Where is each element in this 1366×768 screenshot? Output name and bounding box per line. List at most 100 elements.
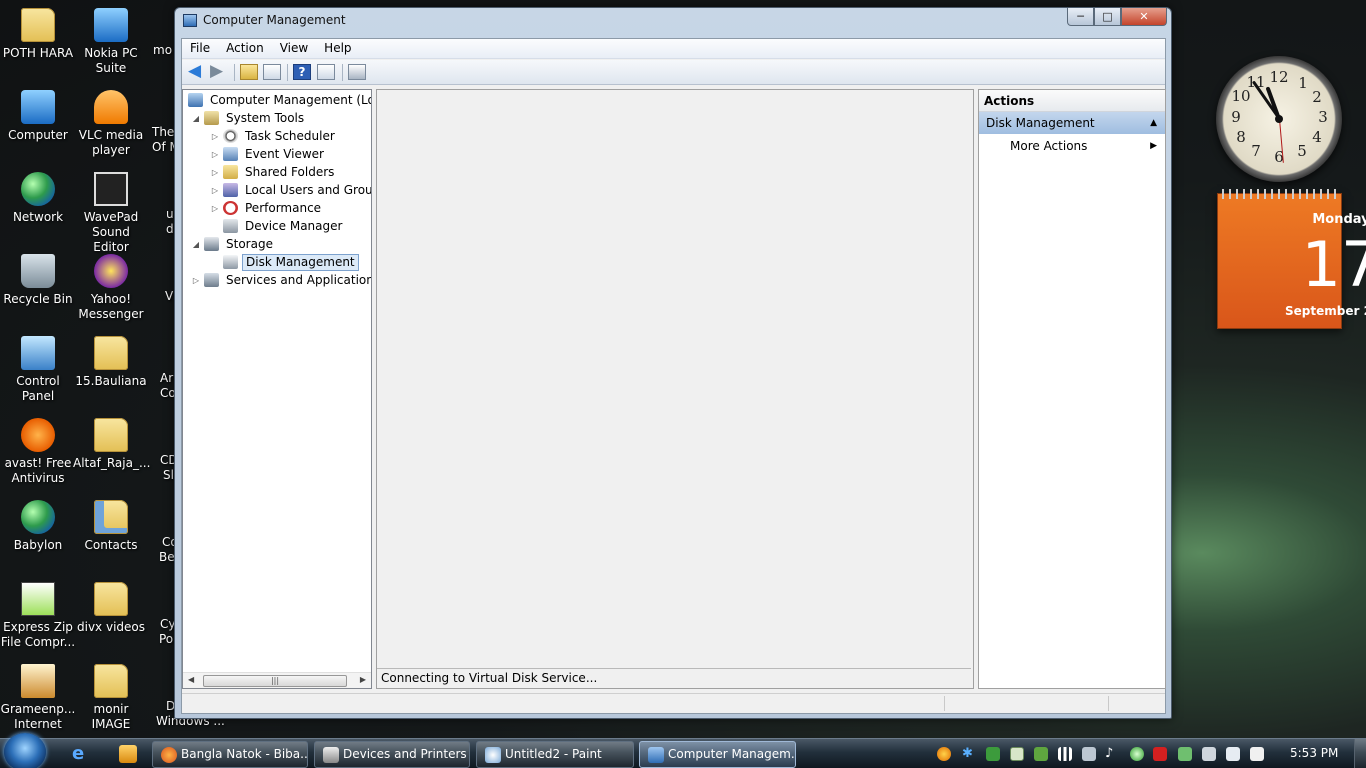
show-desktop-button[interactable] — [1354, 739, 1366, 768]
actions-section-disk-management[interactable]: Disk Management ▲ — [979, 112, 1165, 134]
back-arrow-icon[interactable]: ◀ — [188, 63, 206, 80]
users-icon — [223, 183, 238, 197]
expanded-triangle-icon[interactable]: ◢ — [191, 110, 201, 127]
tray-app-icon[interactable] — [937, 747, 951, 761]
tray-app-icon[interactable] — [1034, 747, 1048, 761]
desktop-label-partial[interactable]: The — [152, 125, 174, 140]
utorrent-icon[interactable] — [1130, 747, 1144, 761]
desktop-icon-avast[interactable]: avast! Free Antivirus — [0, 418, 76, 486]
tree-item-event-viewer[interactable]: ▷ Event Viewer — [210, 146, 327, 163]
show-hide-tree-icon[interactable] — [263, 64, 281, 80]
desktop-icon-contacts[interactable]: Contacts — [73, 500, 149, 553]
desktop-icon-wavepad[interactable]: WavePad Sound Editor — [73, 172, 149, 255]
close-button[interactable]: ✕ — [1121, 8, 1167, 26]
collapsed-triangle-icon[interactable]: ▷ — [210, 200, 220, 217]
scroll-left-icon[interactable]: ◀ — [188, 675, 194, 684]
taskbar-button-devices-printers[interactable]: Devices and Printers — [314, 741, 470, 768]
desktop-icon-yahoo-messenger[interactable]: Yahoo! Messenger — [73, 254, 149, 322]
calendar-gadget[interactable]: Monday 17 September 2012 — [1217, 189, 1366, 329]
more-actions-item[interactable]: More Actions ▶ — [979, 134, 1165, 158]
tree-item-shared-folders[interactable]: ▷ Shared Folders — [210, 164, 337, 181]
firefox-icon — [161, 747, 177, 763]
clock-gadget[interactable]: 12 1 2 3 4 5 6 7 8 9 10 11 — [1216, 56, 1342, 182]
tree-item-local-users-groups[interactable]: ▷Local Users and Groups — [210, 182, 371, 199]
desktop-icon-bauliana[interactable]: 15.Bauliana — [73, 336, 149, 389]
desktop-label-partial[interactable]: V — [165, 289, 173, 304]
collapsed-triangle-icon[interactable]: ▷ — [210, 146, 220, 163]
scroll-right-icon[interactable]: ▶ — [360, 675, 366, 684]
show-hide-action-pane-icon[interactable] — [317, 64, 335, 80]
tray-app-icon[interactable] — [1202, 747, 1216, 761]
scroll-thumb[interactable]: ||| — [203, 675, 347, 687]
internet-explorer-icon[interactable]: e — [72, 745, 90, 763]
tree-horizontal-scrollbar[interactable]: ◀ ||| ▶ — [183, 672, 371, 688]
volume-icon[interactable]: ♪ — [1105, 747, 1119, 761]
desktop-icon-vlc[interactable]: VLC media player — [73, 90, 149, 158]
expanded-triangle-icon[interactable]: ◢ — [191, 236, 201, 253]
menu-help[interactable]: Help — [316, 39, 359, 58]
bluetooth-icon[interactable]: ✱ — [962, 747, 976, 761]
desktop-label-partial[interactable]: Be — [159, 550, 175, 565]
start-button[interactable] — [4, 733, 46, 768]
toolbar-separator — [342, 64, 343, 81]
desktop-icon-recycle-bin[interactable]: Recycle Bin — [0, 254, 76, 307]
minimize-button[interactable]: ─ — [1067, 8, 1094, 26]
collapsed-triangle-icon[interactable]: ▷ — [191, 272, 201, 289]
submenu-arrow-icon: ▶ — [1150, 141, 1157, 151]
collapse-up-icon[interactable]: ▲ — [1150, 112, 1157, 134]
tree-item-services-applications[interactable]: ▷ Services and Applications — [191, 272, 371, 289]
ati-icon[interactable] — [1153, 747, 1167, 761]
desktop-icon-altaf-raja[interactable]: Altaf_Raja_... — [73, 418, 150, 471]
desktop-icon-express-zip[interactable]: Express Zip File Compr... — [0, 582, 76, 650]
tree-item-computer-management[interactable]: Computer Management (Local — [185, 92, 371, 109]
tree-item-disk-management[interactable]: Disk Management — [220, 254, 359, 271]
desktop-icon-control-panel[interactable]: Control Panel — [0, 336, 76, 404]
desktop-icon-grameenphone[interactable]: Grameenp... Internet — [0, 664, 76, 732]
desktop-icon-babylon[interactable]: Babylon — [0, 500, 76, 553]
desktop-icon-computer[interactable]: Computer — [0, 90, 76, 143]
properties-icon[interactable] — [348, 64, 366, 80]
desktop-label-partial[interactable]: Sl — [163, 468, 174, 483]
tree-item-task-scheduler[interactable]: ▷ Task Scheduler — [210, 128, 338, 145]
taskbar-button-paint[interactable]: Untitled2 - Paint — [476, 741, 634, 768]
desktop-icon-network[interactable]: Network — [0, 172, 76, 225]
signal-strength-icon[interactable] — [1058, 747, 1072, 761]
mail-icon[interactable] — [1010, 747, 1024, 761]
menu-file[interactable]: File — [182, 39, 218, 58]
desktop-icon-nokia-pc-suite[interactable]: Nokia PC Suite — [73, 8, 149, 76]
clock-number: 6 — [1274, 148, 1284, 166]
title-bar[interactable]: Computer Management ─ □ ✕ — [175, 8, 1171, 34]
taskbar-clock[interactable]: 5:53 PM — [1290, 746, 1338, 760]
tree-item-performance[interactable]: ▷ Performance — [210, 200, 324, 217]
desktop-label-partial[interactable]: Ar — [160, 371, 173, 386]
control-panel-icon — [21, 336, 55, 370]
desktop-label-partial[interactable]: u — [166, 207, 174, 222]
help-icon[interactable]: ? — [293, 64, 311, 80]
desktop-icon-monir-image[interactable]: monir IMAGE — [73, 664, 149, 732]
desktop-icon-divx-videos[interactable]: divx videos — [73, 582, 149, 635]
tray-app-icon[interactable] — [1226, 747, 1240, 761]
tree-item-device-manager[interactable]: Device Manager — [220, 218, 345, 235]
tray-app-icon[interactable] — [1082, 747, 1096, 761]
desktop-label-partial[interactable]: d — [166, 222, 174, 237]
maximize-button[interactable]: □ — [1094, 8, 1121, 26]
desktop-label-partial[interactable]: mo — [153, 43, 172, 58]
collapsed-triangle-icon[interactable]: ▷ — [210, 182, 220, 199]
menu-view[interactable]: View — [272, 39, 316, 58]
results-pane: Connecting to Virtual Disk Service... — [376, 89, 974, 689]
menu-action[interactable]: Action — [218, 39, 272, 58]
taskbar-button-bangla-natok[interactable]: Bangla Natok - Biba... — [152, 741, 308, 768]
tray-app-icon[interactable] — [1178, 747, 1192, 761]
up-folder-icon[interactable] — [240, 64, 258, 80]
tree-item-storage[interactable]: ◢ Storage — [191, 236, 276, 253]
action-center-icon[interactable] — [1250, 747, 1264, 761]
tree-item-system-tools[interactable]: ◢ System Tools — [191, 110, 307, 127]
taskbar-button-computer-management[interactable]: Computer Managem... — [639, 741, 796, 768]
desktop-icon-poth-hara[interactable]: POTH HARA — [0, 8, 76, 61]
collapsed-triangle-icon[interactable]: ▷ — [210, 128, 220, 145]
desktop-label-partial[interactable]: Po — [159, 632, 173, 647]
forward-arrow-icon[interactable]: ▶ — [210, 63, 228, 80]
collapsed-triangle-icon[interactable]: ▷ — [210, 164, 220, 181]
tray-app-icon[interactable] — [986, 747, 1000, 761]
media-player-icon[interactable] — [119, 745, 137, 763]
